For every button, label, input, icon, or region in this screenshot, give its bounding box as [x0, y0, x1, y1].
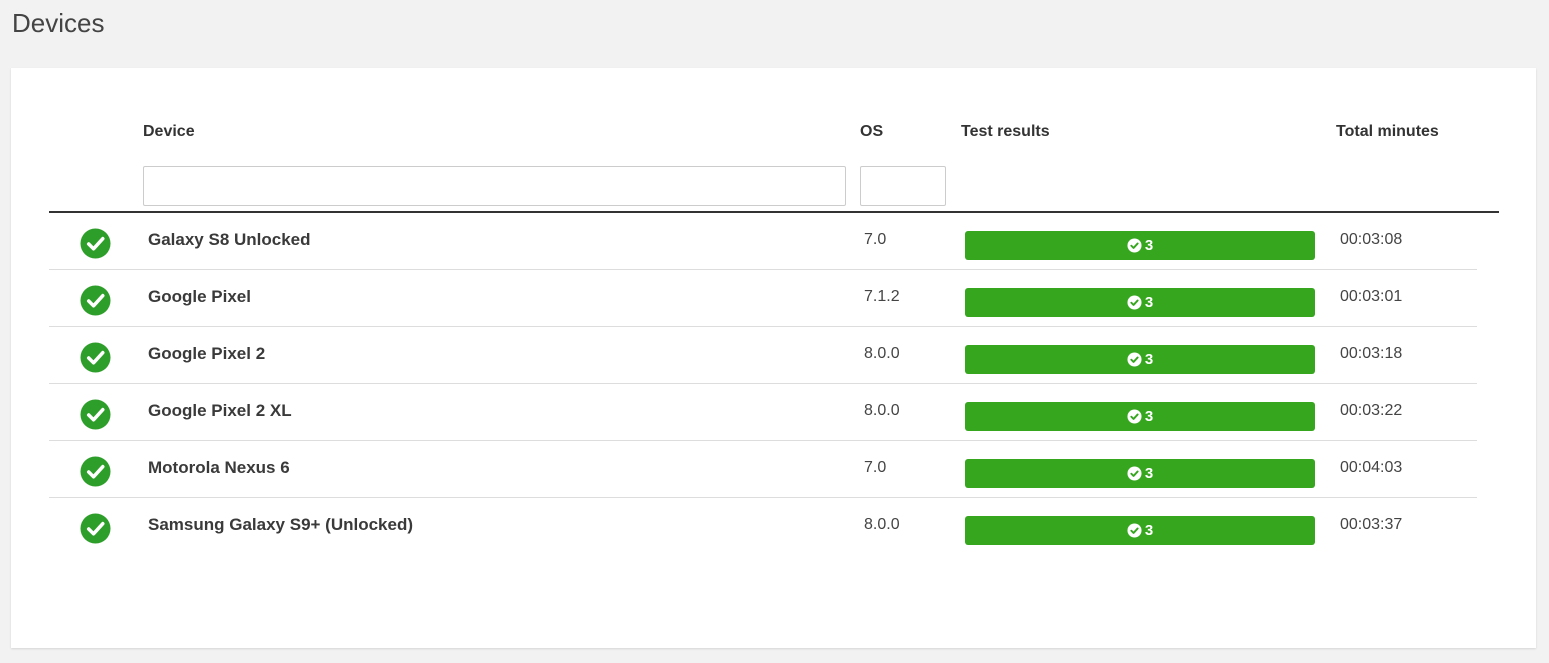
passed-count: 3	[1144, 351, 1154, 368]
device-name[interactable]: Google Pixel 2 XL	[148, 401, 292, 421]
check-circle-icon	[80, 342, 111, 373]
check-circle-icon	[1127, 409, 1142, 424]
check-circle-icon	[1127, 238, 1142, 253]
device-table-body: Galaxy S8 Unlocked 7.0 3 00:03:08 Google…	[49, 213, 1477, 554]
passed-count: 3	[1144, 408, 1154, 425]
check-circle-icon	[80, 285, 111, 316]
test-results-bar[interactable]: 3	[965, 402, 1315, 431]
device-name[interactable]: Google Pixel	[148, 287, 251, 307]
table-row[interactable]: Google Pixel 7.1.2 3 00:03:01	[49, 270, 1477, 327]
device-column-header[interactable]: Device	[143, 122, 195, 142]
device-name[interactable]: Motorola Nexus 6	[148, 458, 290, 478]
total-minutes: 00:03:37	[1340, 516, 1403, 533]
total-minutes-column-header[interactable]: Total minutes	[1336, 122, 1439, 142]
check-circle-icon	[80, 228, 111, 259]
os-version: 7.0	[864, 459, 887, 476]
device-filter-input[interactable]	[143, 166, 846, 206]
os-version: 8.0.0	[864, 402, 900, 419]
passed-count: 3	[1144, 522, 1154, 539]
page-title: Devices	[12, 8, 105, 38]
passed-count: 3	[1144, 465, 1154, 482]
table-row[interactable]: Google Pixel 2 8.0.0 3 00:03:18	[49, 327, 1477, 384]
test-results-bar[interactable]: 3	[965, 288, 1315, 317]
total-minutes: 00:03:18	[1340, 345, 1403, 362]
os-filter-input[interactable]	[860, 166, 946, 206]
check-circle-icon	[80, 513, 111, 544]
test-results-bar[interactable]: 3	[965, 459, 1315, 488]
test-results-column-header[interactable]: Test results	[961, 122, 1050, 142]
check-circle-icon	[1127, 523, 1142, 538]
os-version: 7.0	[864, 231, 887, 248]
os-version: 7.1.2	[864, 288, 900, 305]
devices-panel: Device OS Test results Total minutes Gal…	[11, 68, 1536, 648]
check-circle-icon	[80, 456, 111, 487]
device-name[interactable]: Galaxy S8 Unlocked	[148, 230, 311, 250]
check-circle-icon	[1127, 352, 1142, 367]
check-circle-icon	[1127, 295, 1142, 310]
os-version: 8.0.0	[864, 345, 900, 362]
total-minutes: 00:03:08	[1340, 231, 1403, 248]
passed-count: 3	[1144, 237, 1154, 254]
test-results-bar[interactable]: 3	[965, 516, 1315, 545]
total-minutes: 00:03:01	[1340, 288, 1403, 305]
device-name[interactable]: Google Pixel 2	[148, 344, 265, 364]
total-minutes: 00:04:03	[1340, 459, 1403, 476]
table-row[interactable]: Galaxy S8 Unlocked 7.0 3 00:03:08	[49, 213, 1477, 270]
check-circle-icon	[80, 399, 111, 430]
passed-count: 3	[1144, 294, 1154, 311]
total-minutes: 00:03:22	[1340, 402, 1403, 419]
table-row[interactable]: Motorola Nexus 6 7.0 3 00:04:03	[49, 441, 1477, 498]
os-column-header[interactable]: OS	[860, 122, 883, 142]
device-name[interactable]: Samsung Galaxy S9+ (Unlocked)	[148, 515, 413, 535]
os-version: 8.0.0	[864, 516, 900, 533]
table-row[interactable]: Google Pixel 2 XL 8.0.0 3 00:03:22	[49, 384, 1477, 441]
check-circle-icon	[1127, 466, 1142, 481]
table-row[interactable]: Samsung Galaxy S9+ (Unlocked) 8.0.0 3 00…	[49, 498, 1477, 554]
test-results-bar[interactable]: 3	[965, 231, 1315, 260]
test-results-bar[interactable]: 3	[965, 345, 1315, 374]
